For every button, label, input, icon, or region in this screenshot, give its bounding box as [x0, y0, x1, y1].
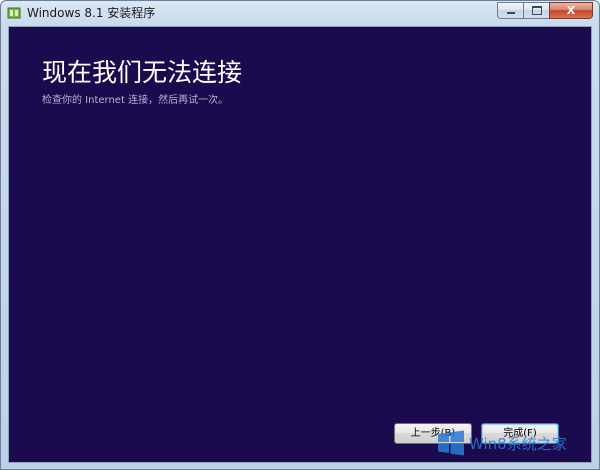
watermark-text: Win8系统之家	[469, 434, 567, 453]
caption-buttons: X	[497, 2, 593, 20]
setup-icon	[7, 7, 21, 19]
maximize-icon	[531, 6, 542, 15]
setup-window: Windows 8.1 安装程序 X 现在我们无法连接 检查你的 Interne…	[0, 0, 600, 470]
maximize-button[interactable]	[523, 2, 549, 19]
windows-logo-icon	[438, 430, 464, 456]
page-subtitle: 检查你的 Internet 连接，然后再试一次。	[42, 95, 229, 106]
close-button[interactable]: X	[549, 2, 593, 19]
watermark: Win8系统之家	[437, 429, 567, 457]
title-bar[interactable]: Windows 8.1 安装程序 X	[1, 1, 599, 26]
window-title: Windows 8.1 安装程序	[27, 6, 156, 20]
close-icon: X	[566, 4, 576, 17]
setup-content-panel: 现在我们无法连接 检查你的 Internet 连接，然后再试一次。 上一步(B)…	[8, 26, 592, 463]
minimize-button[interactable]	[497, 2, 523, 19]
page-title: 现在我们无法连接	[42, 58, 243, 87]
minimize-icon	[506, 12, 515, 14]
